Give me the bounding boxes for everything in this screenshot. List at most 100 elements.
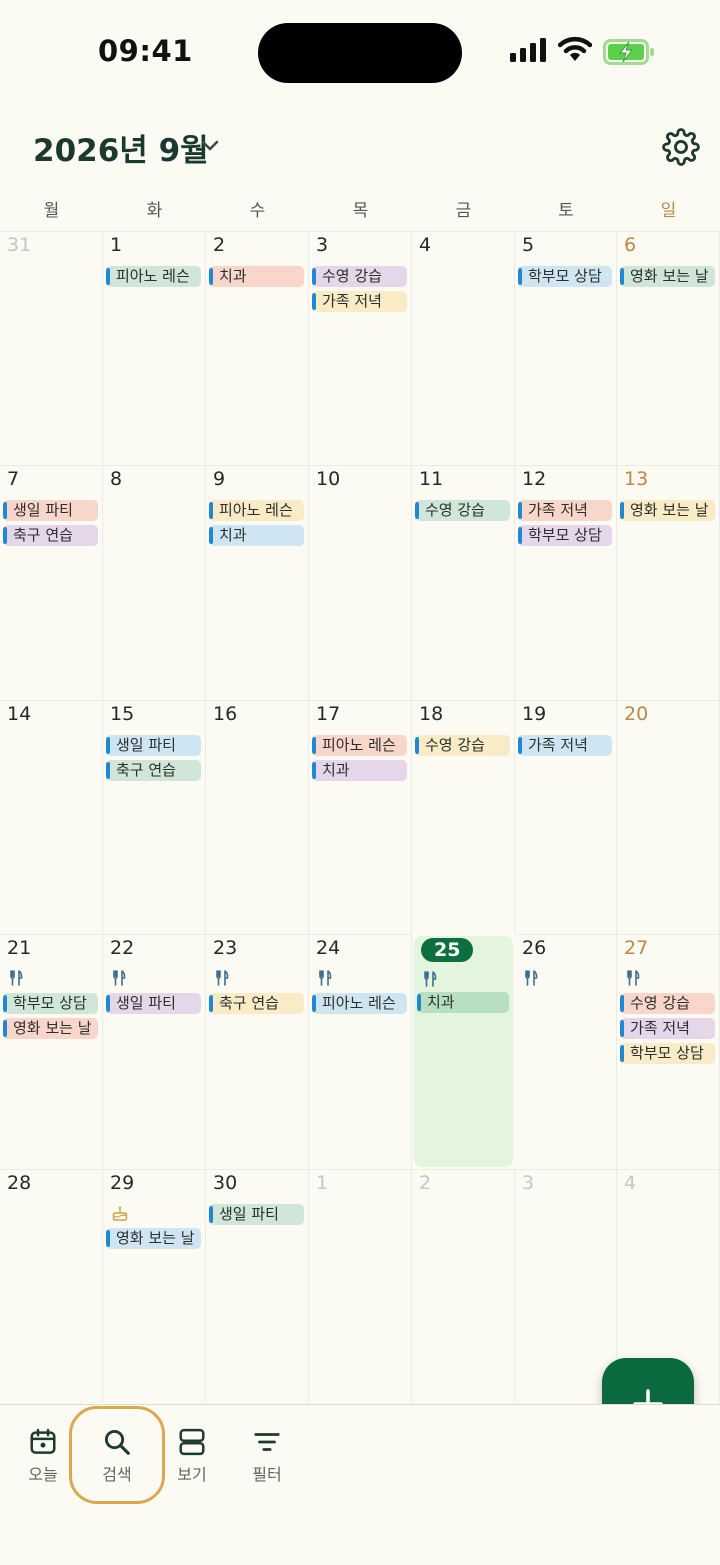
day-number: 3 <box>522 1172 535 1194</box>
day-number: 4 <box>624 1172 637 1194</box>
day-cell[interactable]: 21 학부모 상담영화 보는 날 <box>0 934 103 1169</box>
event-chip[interactable]: 가족 저녁 <box>620 1018 715 1039</box>
event-chip[interactable]: 영화 보는 날 <box>620 500 715 521</box>
day-cell[interactable]: 7 생일 파티 축구 연습 <box>0 465 103 700</box>
day-cell[interactable]: 16 <box>206 700 309 934</box>
day-cell[interactable]: 20 <box>617 700 720 934</box>
day-number: 25 <box>421 938 474 962</box>
day-cell[interactable]: 1 피아노 레슨 <box>103 231 206 465</box>
day-cell[interactable]: 6 영화 보는 날 <box>617 231 720 465</box>
day-cell[interactable]: 19 가족 저녁 <box>515 700 617 934</box>
event-chip[interactable]: 영화 보는 날 <box>106 1228 201 1249</box>
event-chip[interactable]: 가족 저녁 <box>518 735 612 756</box>
event-chip[interactable]: 학부모 상담 <box>518 266 612 287</box>
event-chip[interactable]: 피아노 레슨 <box>312 993 407 1014</box>
day-cell[interactable]: 22 생일 파티 <box>103 934 206 1169</box>
weekday-label: 화 <box>146 201 163 221</box>
day-cell[interactable]: 14 <box>0 700 103 934</box>
event-chip[interactable]: 수영 강습 <box>415 735 510 756</box>
tab-view[interactable]: 보기 <box>157 1427 227 1485</box>
day-cell[interactable]: 28 <box>0 1169 103 1403</box>
day-cell[interactable]: 17 피아노 레슨 치과 <box>309 700 412 934</box>
day-cell[interactable]: 24 피아노 레슨 <box>309 934 412 1169</box>
event-chip[interactable]: 치과 <box>209 266 304 287</box>
day-number: 14 <box>7 703 32 725</box>
day-cell[interactable]: 23 축구 연습 <box>206 934 309 1169</box>
event-chip[interactable]: 영화 보는 날 <box>3 1018 98 1039</box>
event-chip[interactable]: 가족 저녁 <box>312 291 407 312</box>
event-chip[interactable]: 가족 저녁 <box>518 500 612 521</box>
day-number: 28 <box>7 1172 32 1194</box>
gear-icon[interactable] <box>662 128 700 166</box>
day-cell[interactable]: 31 <box>0 231 103 465</box>
event-chip[interactable]: 축구 연습 <box>106 760 201 781</box>
wifi-icon <box>558 36 592 61</box>
event-chip[interactable]: 치과 <box>312 760 407 781</box>
event-chip[interactable]: 학부모 상담 <box>518 525 612 546</box>
event-chip[interactable]: 피아노 레슨 <box>312 735 407 756</box>
day-cell[interactable]: 11 수영 강습 <box>412 465 515 700</box>
event-chip[interactable]: 치과 <box>417 992 509 1013</box>
day-number: 18 <box>419 703 444 725</box>
event-chip[interactable]: 학부모 상담 <box>3 993 98 1014</box>
day-cell[interactable]: 12 가족 저녁학부모 상담 <box>515 465 617 700</box>
event-chip[interactable]: 학부모 상담 <box>620 1043 715 1064</box>
day-cell[interactable]: 15 생일 파티축구 연습 <box>103 700 206 934</box>
event-chip[interactable]: 축구 연습 <box>209 993 304 1014</box>
day-cell[interactable]: 1 <box>309 1169 412 1403</box>
day-cell[interactable]: 30 생일 파티 <box>206 1169 309 1403</box>
day-number: 27 <box>624 937 649 959</box>
weekday-label: 목 <box>352 201 369 221</box>
day-cell[interactable]: 13 영화 보는 날 <box>617 465 720 700</box>
event-chip[interactable]: 축구 연습 <box>3 525 98 546</box>
day-cell[interactable]: 2 치과 <box>206 231 309 465</box>
search-tab-highlight <box>69 1406 165 1504</box>
event-chip[interactable]: 수영 강습 <box>620 993 715 1014</box>
day-cell[interactable]: 8 <box>103 465 206 700</box>
day-number: 15 <box>110 703 135 725</box>
event-chip[interactable]: 피아노 레슨 <box>106 266 201 287</box>
day-number: 21 <box>7 937 32 959</box>
tab-today[interactable]: 오늘 <box>8 1427 78 1485</box>
day-cell[interactable]: 5 학부모 상담 <box>515 231 617 465</box>
day-cell[interactable]: 2 <box>412 1169 515 1403</box>
day-cell[interactable]: 4 <box>412 231 515 465</box>
chevron-down-icon[interactable] <box>200 139 220 153</box>
meal-icon <box>318 970 332 990</box>
event-chip[interactable]: 생일 파티 <box>106 735 201 756</box>
meal-icon <box>9 970 23 990</box>
event-chip[interactable]: 치과 <box>209 525 304 546</box>
event-chip[interactable]: 생일 파티 <box>209 1204 304 1225</box>
day-cell[interactable]: 26 <box>515 934 617 1169</box>
day-cell[interactable]: 18 수영 강습 <box>412 700 515 934</box>
day-cell[interactable]: 10 <box>309 465 412 700</box>
day-number: 10 <box>316 468 341 490</box>
battery-charging-icon <box>603 39 654 65</box>
month-title[interactable]: 2026년 9월 <box>33 125 209 170</box>
day-number: 3 <box>316 234 329 256</box>
day-cell[interactable]: 29 영화 보는 날 <box>103 1169 206 1403</box>
event-chip[interactable]: 피아노 레슨 <box>209 500 304 521</box>
event-chip[interactable]: 생일 파티 <box>106 993 201 1014</box>
day-number: 11 <box>419 468 444 490</box>
day-cell[interactable]: 3 수영 강습가족 저녁 <box>309 231 412 465</box>
day-number: 2 <box>419 1172 432 1194</box>
tab-filter[interactable]: 필터 <box>232 1427 302 1485</box>
weekday-label: 토 <box>558 201 574 221</box>
day-number: 2 <box>213 234 226 256</box>
day-cell[interactable]: 9 피아노 레슨 치과 <box>206 465 309 700</box>
weekday-label: 금 <box>455 201 472 221</box>
day-number: 5 <box>522 234 535 256</box>
month-grid: 31 1 피아노 레슨 2 치과 3 수영 강습 가족 저녁 4 5 학부모 상담 6 영화 보는 날7… <box>0 231 720 1403</box>
day-cell[interactable]: 27 수영 강습가족 저녁학부모 상담 <box>617 934 720 1169</box>
event-chip[interactable]: 영화 보는 날 <box>620 266 715 287</box>
status-bar: 09:41 <box>0 0 720 100</box>
event-chip[interactable]: 생일 파티 <box>3 500 98 521</box>
cellular-signal-icon <box>510 38 546 62</box>
event-chip[interactable]: 수영 강습 <box>415 500 510 521</box>
day-number: 29 <box>110 1172 135 1194</box>
day-number: 26 <box>522 937 547 959</box>
day-number: 12 <box>522 468 547 490</box>
event-chip[interactable]: 수영 강습 <box>312 266 407 287</box>
day-cell-today[interactable]: 25 치과 <box>414 936 513 1167</box>
